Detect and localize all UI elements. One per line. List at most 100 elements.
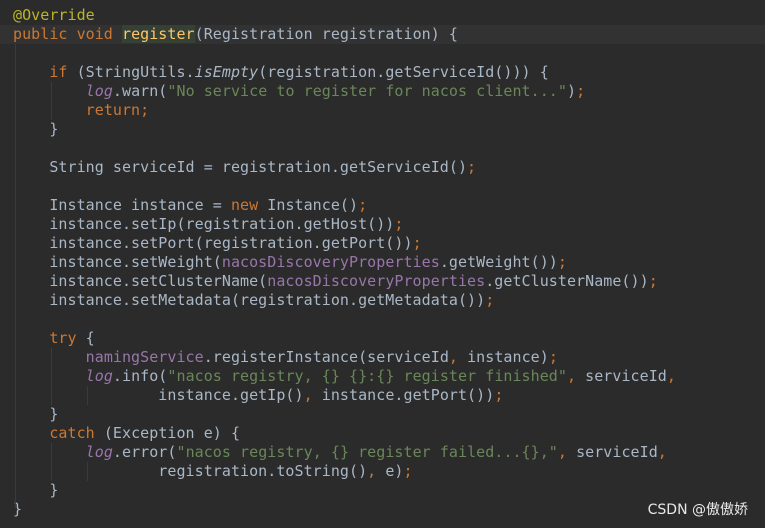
code-editor[interactable]: @Override public void register(Registrati…	[0, 6, 765, 519]
code-line[interactable]: return;	[0, 101, 765, 120]
keyword: ;	[358, 196, 368, 214]
code-text: instance)	[467, 348, 549, 366]
keyword: ;	[412, 234, 422, 252]
code-line[interactable]: log.warn("No service to register for nac…	[0, 82, 765, 101]
static-field-ref: log	[85, 443, 113, 461]
keyword: catch	[49, 424, 104, 442]
indent-guide	[87, 462, 88, 481]
indent-guide	[87, 386, 88, 405]
keyword: ;	[494, 386, 504, 404]
code-line[interactable]: instance.setIp(registration.getHost());	[0, 215, 765, 234]
code-line[interactable]: catch (Exception e) {	[0, 424, 765, 443]
code-text: serviceId	[576, 443, 658, 461]
code-line[interactable]: instance.setMetadata(registration.getMet…	[0, 291, 765, 310]
code-text: instance.getPort())	[321, 386, 495, 404]
string-literal: "No service to register for nacos client…	[167, 82, 567, 100]
code-line[interactable]: instance.setClusterName(nacosDiscoveryPr…	[0, 272, 765, 291]
keyword: ;	[548, 348, 558, 366]
keyword: ,	[367, 462, 386, 480]
code-text: String serviceId = registration.getServi…	[13, 158, 468, 176]
code-text: .info(	[112, 367, 168, 385]
code-text: instance.setIp(registration.getHost())	[13, 215, 395, 233]
method-declaration-name: register	[121, 25, 195, 43]
code-text: .getClusterName())	[485, 272, 649, 290]
indent-guide	[15, 44, 16, 508]
code-line[interactable]: @Override	[0, 6, 765, 25]
code-line[interactable]: public void register(Registration regist…	[0, 25, 765, 44]
code-line[interactable]	[0, 177, 765, 196]
code-text: registration.toString()	[13, 462, 368, 480]
keyword: try	[49, 329, 86, 347]
code-line[interactable]: log.error("nacos registry, {} register f…	[0, 443, 765, 462]
keyword: ;	[576, 82, 586, 100]
code-text: Instance()	[267, 196, 359, 214]
code-text: instance.setMetadata(registration.getMet…	[13, 291, 486, 309]
code-text: )	[566, 82, 577, 100]
static-field-ref: log	[85, 367, 113, 385]
code-line[interactable]: namingService.registerInstance(serviceId…	[0, 348, 765, 367]
keyword: ;	[403, 462, 413, 480]
code-line[interactable]: }	[0, 405, 765, 424]
field-ref: nacosDiscoveryProperties	[221, 253, 440, 271]
watermark: CSDN @傲傲娇	[647, 502, 748, 518]
code-line[interactable]: try {	[0, 329, 765, 348]
annotation: @Override	[13, 6, 95, 24]
code-line[interactable]: log.info("nacos registry, {} {}:{} regis…	[0, 367, 765, 386]
keyword: ;	[394, 215, 404, 233]
indent-guide	[51, 443, 52, 481]
code-line[interactable]: }	[0, 481, 765, 500]
keyword: ;	[467, 158, 477, 176]
static-field-ref: log	[85, 82, 113, 100]
keyword: ,	[303, 386, 322, 404]
code-text: e)	[385, 462, 404, 480]
keyword: ,	[557, 443, 577, 461]
code-line[interactable]: String serviceId = registration.getServi…	[0, 158, 765, 177]
code-text: instance.setClusterName(	[13, 272, 268, 290]
indent-guide	[51, 348, 52, 405]
keyword: return;	[85, 101, 150, 119]
code-text: .error(	[112, 443, 177, 461]
code-line[interactable]: Instance instance = new Instance();	[0, 196, 765, 215]
field-ref: namingService	[85, 348, 204, 366]
keyword: new	[230, 196, 268, 214]
code-text: .warn(	[112, 82, 168, 100]
keyword: ;	[557, 253, 567, 271]
code-text: instance.getIp()	[13, 386, 304, 404]
code-text: }	[13, 481, 59, 499]
code-line[interactable]: if (StringUtils.isEmpty(registration.get…	[0, 63, 765, 82]
code-text: .getWeight())	[439, 253, 558, 271]
code-line[interactable]: instance.setWeight(nacosDiscoveryPropert…	[0, 253, 765, 272]
code-line[interactable]	[0, 44, 765, 63]
string-literal: "nacos registry, {} {}:{} register finis…	[167, 367, 567, 385]
keyword: ,	[657, 443, 667, 461]
string-literal: "nacos registry, {} register failed...{}…	[176, 443, 558, 461]
code-text: .registerInstance(serviceId	[203, 348, 449, 366]
field-ref: nacosDiscoveryProperties	[267, 272, 486, 290]
code-line[interactable]: instance.getIp(), instance.getPort());	[0, 386, 765, 405]
code-line[interactable]	[0, 310, 765, 329]
code-text: }	[13, 120, 59, 138]
code-line[interactable]	[0, 139, 765, 158]
keyword: public void	[13, 25, 122, 43]
code-text: (StringUtils.	[76, 63, 195, 81]
keyword: ;	[485, 291, 495, 309]
code-text: instance.setPort(registration.getPort())	[13, 234, 413, 252]
code-text: {	[85, 329, 95, 347]
code-text: }	[13, 405, 59, 423]
code-text: Instance instance =	[13, 196, 231, 214]
static-method-ref: isEmpty	[194, 63, 259, 81]
code-line[interactable]: instance.setPort(registration.getPort())…	[0, 234, 765, 253]
code-line[interactable]: registration.toString(), e);	[0, 462, 765, 481]
code-text: serviceId	[585, 367, 667, 385]
keyword: if	[49, 63, 77, 81]
code-text: (registration.getServiceId())) {	[258, 63, 549, 81]
code-line[interactable]: }	[0, 120, 765, 139]
